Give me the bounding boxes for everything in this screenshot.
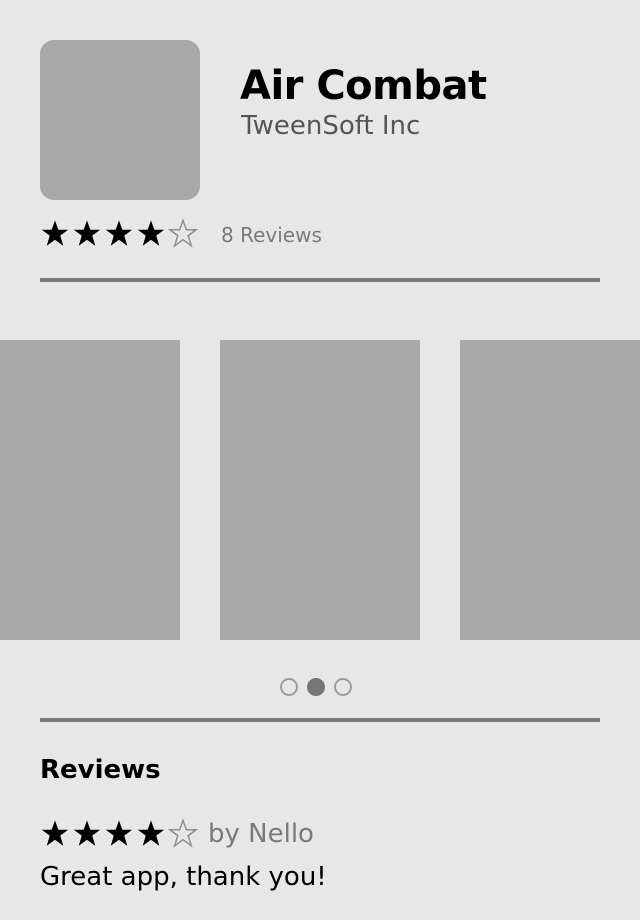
screenshot-current[interactable] bbox=[220, 340, 420, 640]
review-text: Great app, thank you! bbox=[40, 862, 327, 892]
app-developer[interactable]: TweenSoft Inc bbox=[241, 110, 420, 142]
pager-dot-2[interactable] bbox=[307, 678, 325, 696]
star-filled-icon bbox=[73, 820, 101, 846]
star-filled-icon bbox=[105, 820, 133, 846]
review-rating-stars bbox=[40, 819, 198, 849]
pager-dot-3[interactable] bbox=[334, 678, 352, 696]
star-filled-icon bbox=[41, 220, 69, 246]
screenshot-pager bbox=[280, 678, 352, 696]
star-empty-icon bbox=[168, 819, 198, 848]
star-filled-icon bbox=[41, 820, 69, 846]
app-icon[interactable] bbox=[40, 40, 200, 200]
top-divider bbox=[40, 278, 600, 282]
reviews-heading: Reviews bbox=[40, 755, 161, 785]
screenshot-previous[interactable] bbox=[0, 340, 180, 640]
bottom-divider bbox=[40, 718, 600, 722]
star-filled-icon bbox=[137, 220, 165, 246]
star-filled-icon bbox=[73, 220, 101, 246]
app-rating-stars bbox=[40, 219, 198, 249]
star-filled-icon bbox=[137, 820, 165, 846]
review-count[interactable]: 8 Reviews bbox=[221, 221, 322, 249]
pager-dot-1[interactable] bbox=[280, 678, 298, 696]
app-title: Air Combat bbox=[240, 63, 487, 109]
star-empty-icon bbox=[168, 219, 198, 248]
screenshot-next[interactable] bbox=[460, 340, 640, 640]
review-author: by Nello bbox=[208, 819, 314, 849]
star-filled-icon bbox=[105, 220, 133, 246]
